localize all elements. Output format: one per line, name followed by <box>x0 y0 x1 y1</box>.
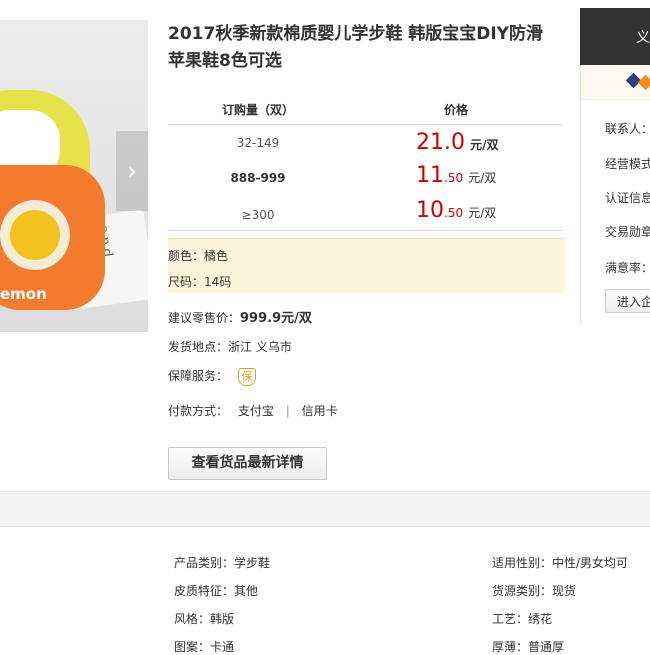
price-table: 订购量（双） 价格 32-149 21.0 元/双 888-999 11.50 … <box>168 93 563 231</box>
price-row: 32-149 21.0 元/双 <box>168 125 563 160</box>
payment-separator: | <box>285 404 290 418</box>
price-int: 10 <box>416 198 444 223</box>
payment-line: 付款方式： 支付宝 | 信用卡 <box>168 402 338 419</box>
supplier-trade-medal-label: 交易勋章 <box>605 225 650 239</box>
attr-gender: 适用性别：中性/男女均可 <box>492 556 629 570</box>
section-divider-band <box>0 491 650 527</box>
image-next-button[interactable]: › <box>116 131 148 211</box>
supplier-satisfaction-label: 满意率： <box>605 261 650 275</box>
retail-price-label: 建议零售价： <box>168 311 241 325</box>
attr-craft: 工艺：绣花 <box>492 612 553 626</box>
attr-source-type: 货源类别：现货 <box>492 584 577 598</box>
price-row-price: 11.50 元/双 <box>416 163 496 188</box>
price-row-price: 21.0 元/双 <box>416 130 498 155</box>
payment-label: 付款方式： <box>168 404 229 418</box>
price-dec: .50 <box>444 206 464 220</box>
price-row-price: 10.50 元/双 <box>416 198 496 223</box>
price-int: 21.0 <box>416 130 465 155</box>
logo-diamond-orange-icon <box>637 74 650 91</box>
attr-leather-feature: 皮质特征：其他 <box>174 584 259 598</box>
payment-alipay: 支付宝 <box>237 404 274 418</box>
spec-size: 尺码：14码 <box>168 275 232 289</box>
attr-product-category: 产品类别：学步鞋 <box>174 556 271 570</box>
ship-from-value: 浙江 义乌市 <box>228 340 292 354</box>
shoe-embroidery-text: emon <box>0 285 47 303</box>
price-int: 11 <box>416 163 444 188</box>
product-title-line2: 苹果鞋8色可选 <box>168 51 282 71</box>
price-row-qty: ≥300 <box>241 208 275 222</box>
product-title: 2017秋季新款棉质婴儿学步鞋 韩版宝宝DIY防滑 苹果鞋8色可选 <box>168 21 568 75</box>
spec-box: 颜色：橘色 尺码：14码 <box>168 238 565 293</box>
price-row: ≥300 10.50 元/双 <box>168 195 563 230</box>
supplier-panel: 联系人： 经营模式 认证信息 交易勋章 满意率： <box>580 65 650 325</box>
price-unit: 元/双 <box>470 138 499 152</box>
supplier-header: 义 <box>580 8 650 65</box>
qty-column-header: 订购量（双） <box>222 103 295 117</box>
retail-price-line: 建议零售价：999.9元/双 <box>168 307 312 326</box>
lemon-face-graphic <box>10 210 60 260</box>
attr-thickness: 厚薄：普通厚 <box>492 640 565 654</box>
enter-company-button[interactable]: 进入企 <box>605 289 650 313</box>
ship-from-line: 发货地点：浙江 义乌市 <box>168 338 292 355</box>
price-unit: 元/双 <box>468 206 497 220</box>
guarantee-shield-icon[interactable]: 保 <box>238 367 257 386</box>
attr-style: 风格：韩版 <box>174 612 235 626</box>
price-unit: 元/双 <box>468 171 497 185</box>
supplier-business-mode-label: 经营模式 <box>605 157 650 171</box>
guarantee-line: 保障服务： 保 <box>168 367 257 386</box>
retail-price-value: 999.9元/双 <box>240 311 312 326</box>
price-row-qty: 32-149 <box>236 136 280 150</box>
attr-pattern: 图案：卡通 <box>174 640 235 654</box>
spec-color: 颜色：橘色 <box>168 249 229 263</box>
supplier-logo <box>581 65 650 100</box>
price-row: 888-999 11.50 元/双 <box>168 160 563 195</box>
price-row-qty: 888-999 <box>230 171 286 185</box>
view-latest-details-button[interactable]: 查看货品最新详情 <box>168 447 327 480</box>
supplier-certification-label: 认证信息 <box>605 191 650 205</box>
supplier-contact-label: 联系人： <box>605 122 650 136</box>
price-table-header: 订购量（双） 价格 <box>168 93 563 125</box>
product-title-line1: 2017秋季新款棉质婴儿学步鞋 韩版宝宝DIY防滑 <box>168 24 543 44</box>
price-column-header: 价格 <box>444 103 469 117</box>
ship-from-label: 发货地点： <box>168 340 229 354</box>
price-table-bottom-rule <box>168 230 563 231</box>
supplier-header-text: 义 <box>636 30 650 46</box>
guarantee-label: 保障服务： <box>168 369 229 383</box>
price-dec: .50 <box>444 171 464 185</box>
payment-credit-card: 信用卡 <box>301 404 338 418</box>
